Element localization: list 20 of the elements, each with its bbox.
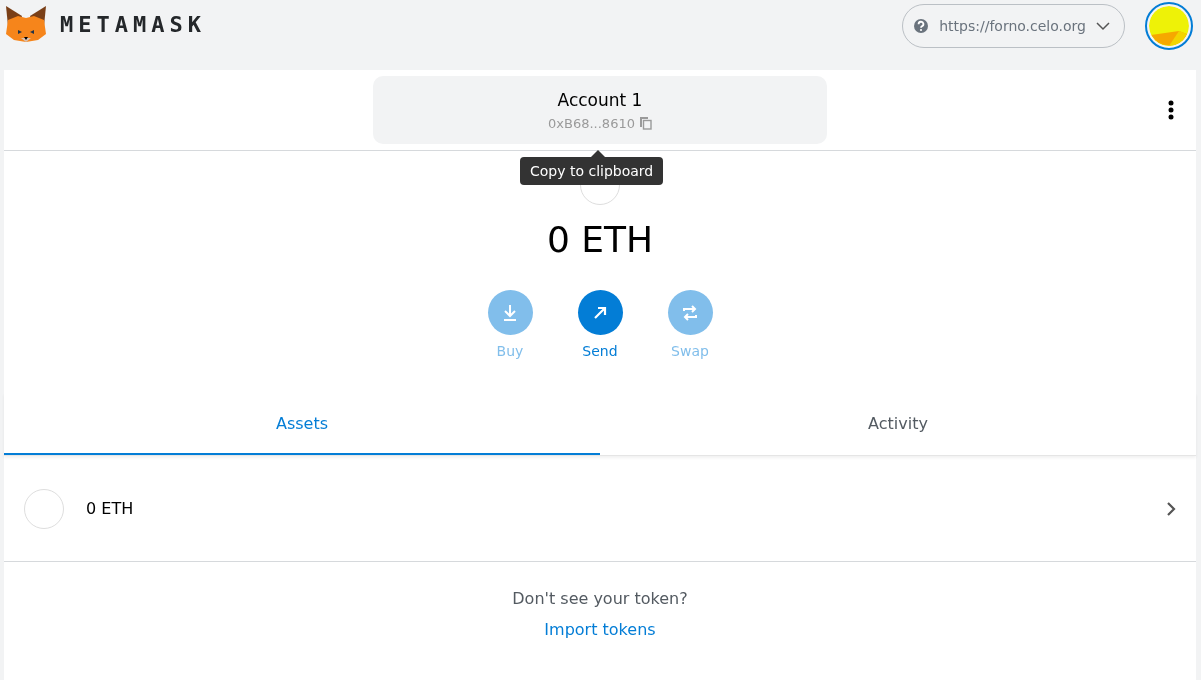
account-avatar[interactable]	[1145, 2, 1193, 50]
chevron-down-icon	[1096, 21, 1110, 31]
tab[interactable]: Activity	[600, 393, 1196, 455]
copy-icon[interactable]	[638, 116, 652, 130]
fox-logo-icon	[4, 4, 48, 44]
tooltip: Copy to clipboard	[520, 157, 664, 185]
help-icon	[913, 18, 930, 34]
account-selector[interactable]: Account 1 0xB68...8610	[373, 76, 827, 144]
account-name: Account 1	[557, 89, 643, 110]
asset-row[interactable]: 0 ETH	[4, 456, 1196, 562]
chevron-right-icon	[1166, 500, 1176, 517]
brand-name: METAMASK	[60, 11, 206, 37]
help-text: Don't see your token?	[512, 589, 688, 608]
tab[interactable]: Assets	[4, 393, 600, 455]
asset-amount: 0 ETH	[86, 499, 135, 518]
more-options-icon[interactable]	[1168, 100, 1174, 120]
tooltip-arrow	[591, 150, 605, 157]
account-address: 0xB68...8610	[548, 115, 635, 131]
import-tokens-link[interactable]: Import tokens	[544, 620, 656, 639]
balance-amount: 0 ETH	[546, 219, 654, 260]
